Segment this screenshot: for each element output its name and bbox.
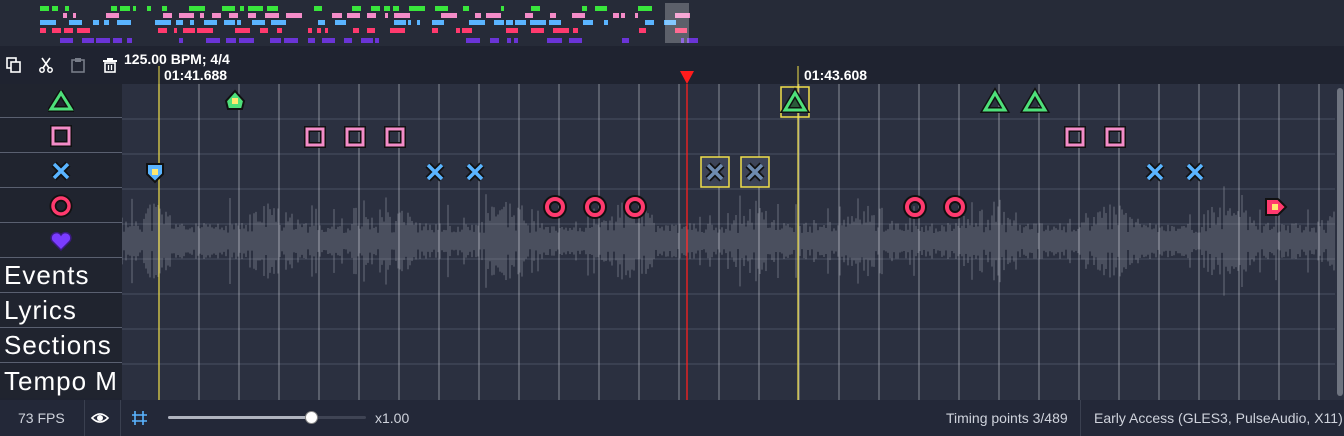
- cross-note: [740, 156, 770, 188]
- lane-headers: Events Lyrics Sections Tempo M: [0, 84, 122, 400]
- zoom-value: x1.00: [375, 410, 410, 426]
- hold-note: [224, 89, 246, 110]
- lane-events[interactable]: Events: [0, 259, 122, 293]
- timeline-markers: [158, 66, 799, 84]
- circle-icon: [49, 194, 73, 217]
- build-info: Early Access (GLES3, PulseAudio, X11): [1094, 410, 1343, 426]
- cross-note: [465, 162, 485, 182]
- minimap-notes: [40, 3, 698, 43]
- cross-note: [700, 156, 730, 188]
- hold-note: [1265, 198, 1288, 216]
- minimap-viewport: [665, 3, 689, 43]
- scrollbar-thumb[interactable]: [1337, 88, 1343, 396]
- playhead-marker-icon[interactable]: [680, 71, 694, 84]
- chart-canvas[interactable]: [122, 84, 1335, 400]
- circle-note: [623, 195, 647, 219]
- square-note: [1104, 126, 1126, 148]
- cross-icon: [51, 161, 71, 180]
- lane-tempo-markers[interactable]: Tempo M: [0, 364, 122, 398]
- zoom-slider[interactable]: [168, 411, 366, 424]
- circle-note: [903, 195, 927, 219]
- triangle-note: [1019, 87, 1051, 113]
- triangle-icon: [48, 89, 74, 112]
- eye-icon[interactable]: [90, 409, 110, 430]
- heart-icon: [50, 231, 72, 251]
- zoom-slider-handle[interactable]: [304, 411, 318, 424]
- lane-cross[interactable]: [0, 154, 122, 188]
- square-note: [1064, 126, 1086, 148]
- lane-heart[interactable]: [0, 224, 122, 258]
- square-note: [384, 126, 406, 148]
- triangle-note: [979, 87, 1011, 113]
- triangle-note: [779, 86, 811, 118]
- square-icon: [50, 124, 72, 147]
- lane-square[interactable]: [0, 119, 122, 153]
- fps-counter: 73 FPS: [18, 410, 65, 426]
- lane-triangle[interactable]: [0, 84, 122, 118]
- cross-note: [425, 162, 445, 182]
- circle-note: [943, 195, 967, 219]
- song-minimap[interactable]: [0, 0, 1344, 46]
- hold-note: [146, 163, 164, 184]
- square-note: [344, 126, 366, 148]
- lane-lyrics[interactable]: Lyrics: [0, 294, 122, 328]
- timing-points-count: Timing points 3/489: [946, 410, 1068, 426]
- square-note: [304, 126, 326, 148]
- cross-note: [1185, 162, 1205, 182]
- snap-grid-icon[interactable]: [130, 409, 150, 430]
- lane-circle[interactable]: [0, 189, 122, 223]
- status-bar: 73 FPS x1.00 Timing points 3/489 Early A…: [0, 400, 1344, 436]
- circle-note: [543, 195, 567, 219]
- lane-sections[interactable]: Sections: [0, 329, 122, 363]
- cross-note: [1145, 162, 1165, 182]
- zoom-slider-fill: [168, 416, 311, 419]
- note-chart[interactable]: [122, 84, 1335, 400]
- circle-note: [583, 195, 607, 219]
